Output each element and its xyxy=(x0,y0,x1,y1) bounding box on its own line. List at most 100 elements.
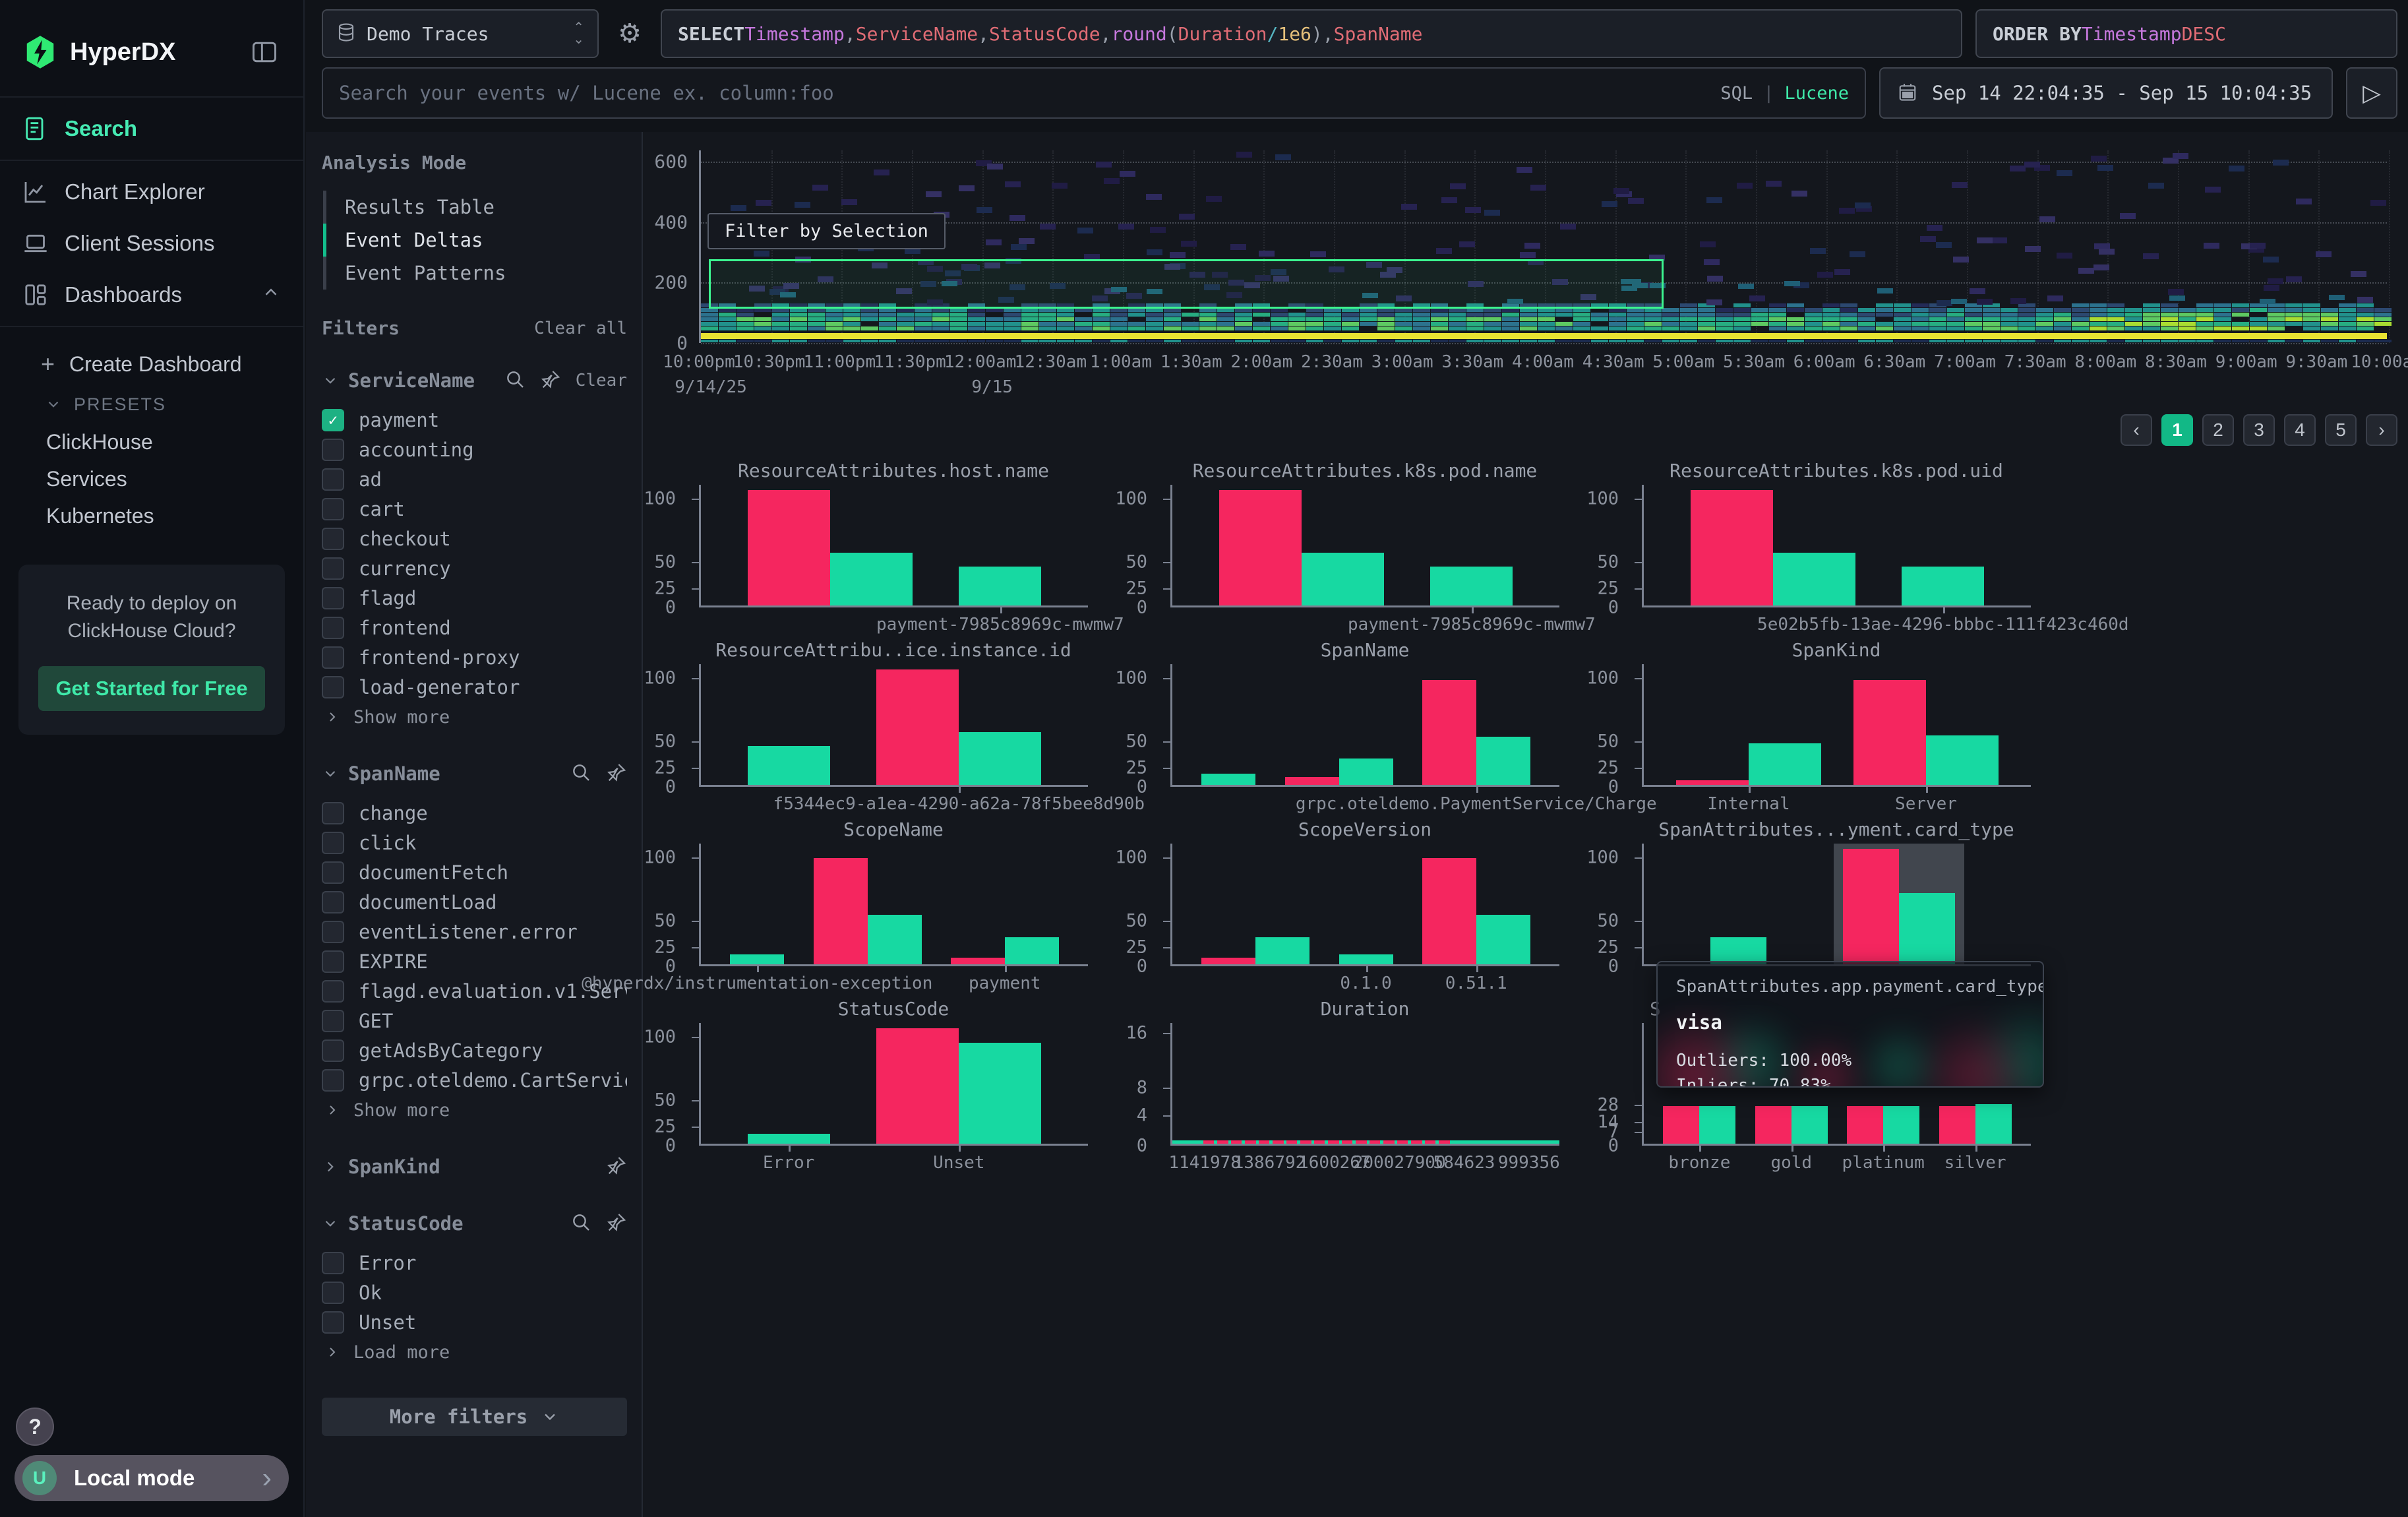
filter-checkbox-row[interactable]: Error xyxy=(322,1248,627,1278)
bar-group[interactable] xyxy=(1710,844,1766,964)
bar-group[interactable]: payment-7985c8969c-mwmw7 xyxy=(1430,485,1513,605)
bar-group[interactable] xyxy=(1201,664,1255,785)
filter-checkbox-row[interactable]: flagd xyxy=(322,583,627,613)
checkbox-icon[interactable] xyxy=(322,587,344,609)
page-button[interactable]: 5 xyxy=(2325,414,2357,446)
filter-group-name[interactable]: StatusCode xyxy=(348,1212,464,1235)
analysis-mode-option[interactable]: Results Table xyxy=(323,191,627,224)
pin-icon[interactable] xyxy=(606,1212,627,1235)
bar-group[interactable] xyxy=(1834,844,1964,964)
chart-plot[interactable]: 100502505e02b5fb-13ae-4296-bbbc-111f423c… xyxy=(1642,485,2031,607)
pin-icon[interactable] xyxy=(540,369,561,392)
filter-checkbox-row[interactable]: click xyxy=(322,828,627,857)
checkbox-icon[interactable] xyxy=(322,468,344,491)
filter-checkbox-row[interactable]: frontend xyxy=(322,613,627,642)
sidebar-collapse-icon[interactable] xyxy=(248,36,281,69)
checkbox-icon[interactable] xyxy=(322,1282,344,1304)
search-icon[interactable] xyxy=(504,369,526,392)
source-select[interactable]: Demo Traces ⌃⌄ xyxy=(322,9,599,58)
sql-mode-button[interactable]: SQL xyxy=(1720,83,1753,104)
chart-plot[interactable]: 10050250@hyperdx/instrumentation-excepti… xyxy=(699,844,1088,966)
filter-group-name[interactable]: SpanName xyxy=(348,762,440,785)
analysis-mode-option[interactable]: Event Deltas xyxy=(323,224,627,257)
checkbox-icon[interactable] xyxy=(322,950,344,973)
preset-item-kubernetes[interactable]: Kubernetes xyxy=(0,497,303,534)
pin-icon[interactable] xyxy=(606,1155,627,1179)
bar-group[interactable]: Server xyxy=(1853,664,1999,785)
page-button[interactable]: 1 xyxy=(2161,414,2193,446)
checkbox-icon[interactable] xyxy=(322,439,344,461)
preset-item-services[interactable]: Services xyxy=(0,460,303,497)
page-button[interactable]: 3 xyxy=(2243,414,2275,446)
chart-plot[interactable]: 10050250payment-7985c8969c-mwmw7 xyxy=(699,485,1088,607)
bar-group[interactable] xyxy=(1201,844,1309,964)
analysis-mode-option[interactable]: Event Patterns xyxy=(323,257,627,290)
bar-group[interactable]: 0.1.0 xyxy=(1339,844,1393,964)
filter-checkbox-row[interactable]: documentFetch xyxy=(322,857,627,887)
bar-group[interactable]: Unset xyxy=(876,1023,1041,1144)
bar-group[interactable] xyxy=(1691,485,1855,605)
next-page-button[interactable]: › xyxy=(2366,414,2397,446)
filter-checkbox-row[interactable]: cart xyxy=(322,494,627,524)
filter-checkbox-row[interactable]: getAdsByCategory xyxy=(322,1036,627,1065)
page-button[interactable]: 4 xyxy=(2284,414,2316,446)
checkbox-icon[interactable] xyxy=(322,861,344,884)
checkbox-icon[interactable] xyxy=(322,557,344,580)
show-more-button[interactable]: Show more xyxy=(322,702,627,732)
chevron-down-icon[interactable] xyxy=(322,765,339,782)
sql-select-input[interactable]: SELECT Timestamp, ServiceName, StatusCod… xyxy=(661,9,1962,58)
time-selection-region[interactable] xyxy=(709,259,1664,309)
filter-checkbox-row[interactable]: eventListener.error xyxy=(322,917,627,946)
prev-page-button[interactable]: ‹ xyxy=(2121,414,2152,446)
checkbox-icon[interactable] xyxy=(322,646,344,669)
show-more-button[interactable]: Show more xyxy=(322,1095,627,1125)
bar-group[interactable] xyxy=(748,485,913,605)
bar-group[interactable]: 0.51.1 xyxy=(1422,844,1530,964)
filter-checkbox-row[interactable]: EXPIRE xyxy=(322,946,627,976)
checkbox-icon[interactable] xyxy=(322,1252,344,1274)
clear-group-button[interactable]: Clear xyxy=(576,371,627,390)
gear-icon[interactable]: ⚙ xyxy=(612,9,647,58)
clear-all-button[interactable]: Clear all xyxy=(534,319,627,338)
filter-checkbox-row[interactable]: checkout xyxy=(322,524,627,553)
bar-group[interactable]: Internal xyxy=(1676,664,1821,785)
chart-plot[interactable]: 10050250ErrorUnset xyxy=(699,1023,1088,1146)
chart-plot[interactable]: 100502500.1.00.51.1 xyxy=(1170,844,1559,966)
bar-group[interactable]: payment xyxy=(951,844,1059,964)
bar-group[interactable] xyxy=(1219,485,1384,605)
filter-checkbox-row[interactable]: grpc.oteldemo.CartServic… xyxy=(322,1065,627,1095)
bar-group[interactable]: 5e02b5fb-13ae-4296-bbbc-111f423c460d xyxy=(1902,485,1984,605)
chart-plot[interactable]: 10050250payment-7985c8969c-mwmw7 xyxy=(1170,485,1559,607)
sidebar-item-chart-explorer[interactable]: Chart Explorer xyxy=(0,166,303,218)
pin-icon[interactable] xyxy=(606,762,627,786)
checkbox-icon[interactable] xyxy=(322,528,344,550)
filter-checkbox-row[interactable]: currency xyxy=(322,553,627,583)
more-filters-button[interactable]: More filters xyxy=(322,1398,627,1436)
chart-plot[interactable]: 10050250f5344ec9-a1ea-4290-a62a-78f5bee8… xyxy=(699,664,1088,787)
checkbox-icon[interactable] xyxy=(322,1010,344,1032)
checkbox-icon[interactable] xyxy=(322,832,344,854)
checkbox-icon[interactable] xyxy=(322,1039,344,1062)
run-query-button[interactable]: ▷ xyxy=(2346,67,2397,119)
checkbox-icon[interactable] xyxy=(322,676,344,698)
filter-by-selection-button[interactable]: Filter by Selection xyxy=(707,213,946,249)
chart-plot[interactable]: 10050250InternalServer xyxy=(1642,664,2031,787)
filter-checkbox-row[interactable]: Ok xyxy=(322,1278,627,1307)
sidebar-item-search[interactable]: Search xyxy=(0,103,303,154)
bar-group[interactable] xyxy=(1285,664,1393,785)
filter-group-name[interactable]: SpanKind xyxy=(348,1156,440,1178)
filter-checkbox-row[interactable]: change xyxy=(322,798,627,828)
search-icon[interactable] xyxy=(570,762,591,786)
checkbox-icon[interactable] xyxy=(322,891,344,913)
sidebar-item-client-sessions[interactable]: Client Sessions xyxy=(0,218,303,269)
help-button[interactable]: ? xyxy=(16,1408,54,1446)
filter-checkbox-row[interactable]: ad xyxy=(322,464,627,494)
checkbox-checked-icon[interactable]: ✓ xyxy=(322,409,344,431)
checkbox-icon[interactable] xyxy=(322,1311,344,1334)
checkbox-icon[interactable] xyxy=(322,1069,344,1092)
user-menu[interactable]: U Local mode › xyxy=(15,1455,289,1501)
bar-group[interactable]: grpc.oteldemo.PaymentService/Charge xyxy=(1422,664,1530,785)
filter-checkbox-row[interactable]: ✓payment xyxy=(322,405,627,435)
sidebar-item-dashboards[interactable]: Dashboards xyxy=(0,269,303,321)
filter-checkbox-row[interactable]: GET xyxy=(322,1006,627,1036)
